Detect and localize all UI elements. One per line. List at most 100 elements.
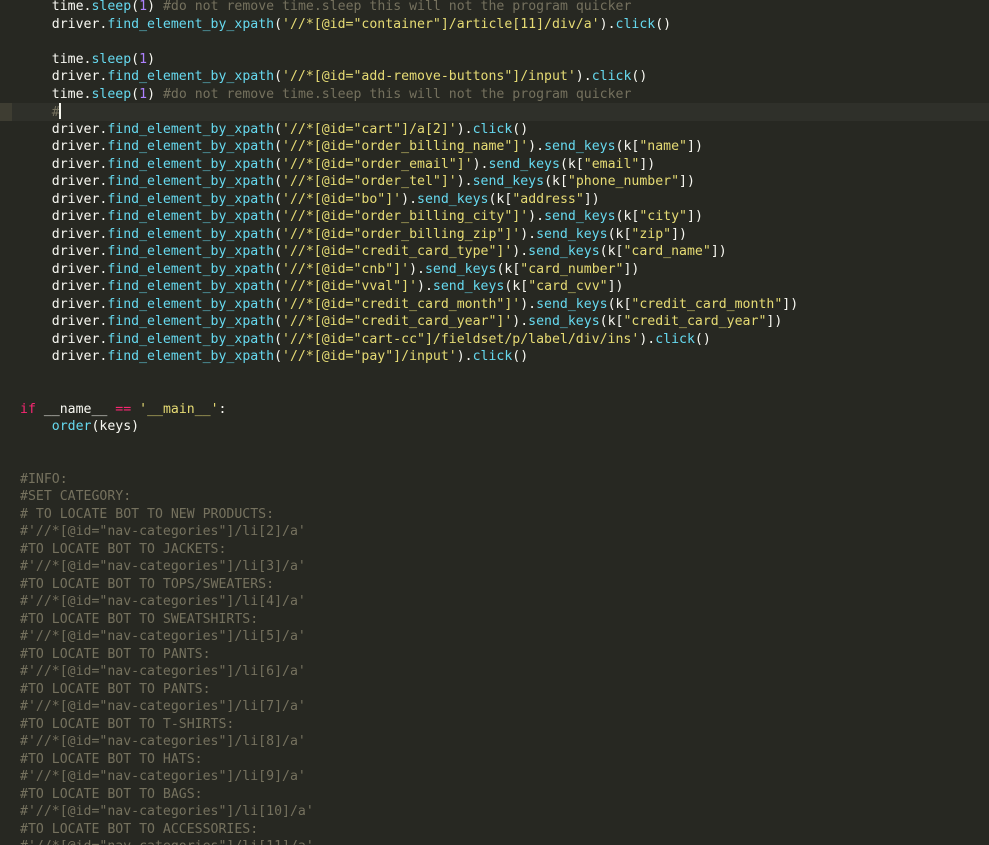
code-line[interactable]: driver.find_element_by_xpath('//*[@id="o… xyxy=(20,208,985,226)
code-line[interactable]: #SET CATEGORY: xyxy=(20,488,985,506)
code-line[interactable]: #TO LOCATE BOT TO JACKETS: xyxy=(20,541,985,559)
code-token: == xyxy=(115,401,132,417)
code-token: ]) xyxy=(639,156,656,172)
code-token: '//*[@id="credit_card_year"]' xyxy=(282,314,513,329)
code-token: find_element_by_xpath xyxy=(107,244,275,259)
code-token: ). xyxy=(456,174,473,189)
code-line[interactable]: #TO LOCATE BOT TO HATS: xyxy=(20,751,985,769)
code-token: '//*[@id="cart-cc"]/fieldset/p/label/div… xyxy=(282,331,640,347)
code-line[interactable]: driver.find_element_by_xpath('//*[@id="c… xyxy=(20,296,985,314)
code-token: ). xyxy=(520,296,537,312)
code-token: ). xyxy=(512,314,529,329)
code-token: send_keys xyxy=(544,139,616,154)
code-token: # TO LOCATE BOT TO NEW PRODUCTS: xyxy=(20,506,275,522)
code-line[interactable]: #TO LOCATE BOT TO ACCESSORIES: xyxy=(20,821,985,839)
code-token: driver. xyxy=(20,209,108,224)
code-line[interactable]: driver.find_element_by_xpath('//*[@id="o… xyxy=(20,173,985,191)
code-token: "phone_number" xyxy=(567,174,680,189)
code-token: ]) xyxy=(671,226,687,242)
code-line[interactable]: driver.find_element_by_xpath('//*[@id="c… xyxy=(20,331,985,349)
code-line[interactable]: driver.find_element_by_xpath('//*[@id="p… xyxy=(20,348,985,366)
code-token: ). xyxy=(409,261,425,277)
code-token: ( xyxy=(274,244,283,259)
code-line[interactable]: driver.find_element_by_xpath('//*[@id="o… xyxy=(20,138,985,156)
code-line[interactable]: driver.find_element_by_xpath('//*[@id="a… xyxy=(20,68,985,86)
code-token: '//*[@id="order_billing_zip"]' xyxy=(282,226,521,242)
code-line[interactable]: driver.find_element_by_xpath('//*[@id="c… xyxy=(20,16,985,34)
code-token: () xyxy=(694,331,711,347)
code-token: (k[ xyxy=(599,314,624,329)
code-line[interactable]: #'//*[@id="nav-categories"]/li[9]/a' xyxy=(20,768,985,786)
code-token: driver. xyxy=(20,69,108,84)
code-line[interactable]: driver.find_element_by_xpath('//*[@id="c… xyxy=(20,261,985,279)
code-token: '//*[@id="order_billing_city"]' xyxy=(282,209,529,224)
code-line[interactable]: time.sleep(1) #do not remove time.sleep … xyxy=(20,86,985,104)
code-token: "city" xyxy=(639,209,687,224)
code-token: ( xyxy=(274,261,283,277)
code-line[interactable]: #TO LOCATE BOT TO BAGS: xyxy=(20,786,985,804)
code-token: find_element_by_xpath xyxy=(107,191,275,207)
code-token: () xyxy=(631,69,648,84)
code-token: ( xyxy=(131,0,140,14)
code-line[interactable]: #TO LOCATE BOT TO TOPS/SWEATERS: xyxy=(20,576,985,594)
code-token: ]) xyxy=(710,244,727,259)
code-line[interactable]: #TO LOCATE BOT TO SWEATSHIRTS: xyxy=(20,611,985,629)
code-line[interactable]: # xyxy=(0,103,989,121)
code-line[interactable]: #'//*[@id="nav-categories"]/li[4]/a' xyxy=(20,593,985,611)
code-token: find_element_by_xpath xyxy=(107,314,275,329)
code-line[interactable]: driver.find_element_by_xpath('//*[@id="o… xyxy=(20,226,985,244)
code-token: send_keys xyxy=(528,314,600,329)
code-line[interactable]: driver.find_element_by_xpath('//*[@id="c… xyxy=(20,121,985,139)
code-token: ( xyxy=(274,156,283,172)
code-token: #'//*[@id="nav-categories"]/li[11]/a' xyxy=(20,839,314,845)
code-token: ). xyxy=(512,244,529,259)
code-line[interactable]: driver.find_element_by_xpath('//*[@id="b… xyxy=(20,191,985,209)
code-token: send_keys xyxy=(536,226,608,242)
code-token: #TO LOCATE BOT TO SWEATSHIRTS: xyxy=(20,611,259,627)
code-token: driver. xyxy=(20,121,108,137)
code-line[interactable]: #TO LOCATE BOT TO PANTS: xyxy=(20,646,985,664)
code-token: __name__ xyxy=(35,401,116,417)
code-token: click xyxy=(472,349,513,364)
code-token: ). xyxy=(472,156,489,172)
code-token: driver. xyxy=(20,16,108,32)
code-line[interactable]: driver.find_element_by_xpath('//*[@id="o… xyxy=(20,156,985,174)
code-line[interactable]: #TO LOCATE BOT TO PANTS: xyxy=(20,681,985,699)
code-line[interactable]: time.sleep(1) xyxy=(20,51,985,69)
code-token: sleep xyxy=(91,51,132,67)
code-line[interactable]: #'//*[@id="nav-categories"]/li[3]/a' xyxy=(20,558,985,576)
code-line[interactable] xyxy=(20,33,985,51)
code-token: #do not remove time.sleep this will not … xyxy=(162,0,632,14)
code-line[interactable]: #INFO: xyxy=(20,471,985,489)
code-line[interactable] xyxy=(20,366,985,384)
code-token: driver. xyxy=(20,174,108,189)
code-token: ( xyxy=(274,331,283,347)
code-editor[interactable]: time.sleep(1) #do not remove time.sleep … xyxy=(0,0,989,845)
code-line[interactable]: #'//*[@id="nav-categories"]/li[2]/a' xyxy=(20,523,985,541)
code-token: ( xyxy=(274,69,283,84)
code-token: ). xyxy=(456,121,473,137)
code-line[interactable] xyxy=(20,436,985,454)
code-line[interactable]: time.sleep(1) #do not remove time.sleep … xyxy=(20,0,985,16)
code-line[interactable]: #'//*[@id="nav-categories"]/li[6]/a' xyxy=(20,663,985,681)
code-line[interactable]: #TO LOCATE BOT TO T-SHIRTS: xyxy=(20,716,985,734)
code-line[interactable]: driver.find_element_by_xpath('//*[@id="v… xyxy=(20,278,985,296)
code-token: click xyxy=(655,331,695,347)
code-line[interactable]: #'//*[@id="nav-categories"]/li[7]/a' xyxy=(20,698,985,716)
code-line[interactable]: driver.find_element_by_xpath('//*[@id="c… xyxy=(20,313,985,331)
code-token: sleep xyxy=(91,0,132,14)
code-line[interactable] xyxy=(20,383,985,401)
code-line[interactable]: #'//*[@id="nav-categories"]/li[5]/a' xyxy=(20,628,985,646)
code-line[interactable]: #'//*[@id="nav-categories"]/li[10]/a' xyxy=(20,803,985,821)
code-token: ( xyxy=(274,16,283,32)
code-line[interactable] xyxy=(20,453,985,471)
code-line[interactable]: # TO LOCATE BOT TO NEW PRODUCTS: xyxy=(20,506,985,524)
code-area[interactable]: time.sleep(1) #do not remove time.sleep … xyxy=(0,0,989,845)
code-line[interactable]: driver.find_element_by_xpath('//*[@id="c… xyxy=(20,243,985,261)
code-line[interactable]: #'//*[@id="nav-categories"]/li[11]/a' xyxy=(20,838,985,845)
code-line[interactable]: order(keys) xyxy=(20,418,985,436)
code-token: ). xyxy=(639,331,656,347)
code-line[interactable]: #'//*[@id="nav-categories"]/li[8]/a' xyxy=(20,733,985,751)
code-token: () xyxy=(512,349,529,364)
code-line[interactable]: if __name__ == '__main__': xyxy=(20,401,985,419)
